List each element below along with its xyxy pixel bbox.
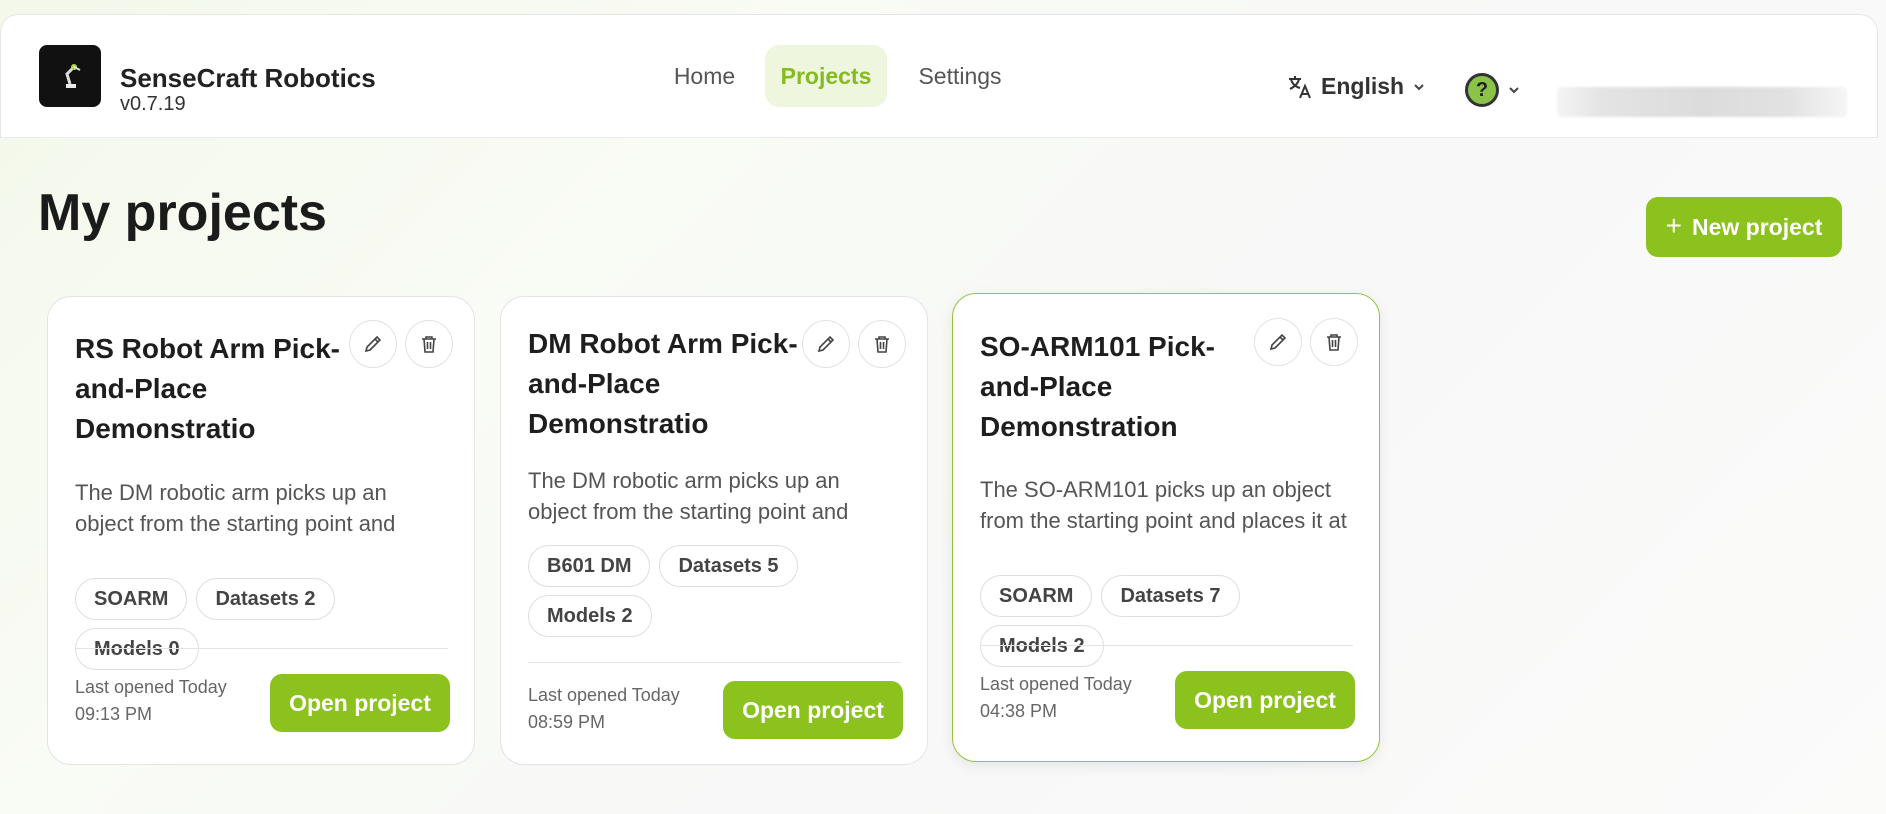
tag-datasets: Datasets 7 xyxy=(1101,575,1240,617)
open-project-button[interactable]: Open project xyxy=(723,681,903,739)
delete-button[interactable] xyxy=(405,320,453,368)
project-card[interactable]: RS Robot Arm Pick-and-Place Demonstratio… xyxy=(47,296,475,765)
trash-icon xyxy=(422,336,436,353)
tag-models: Models 0 xyxy=(75,628,199,670)
last-opened-time: 08:59 PM xyxy=(528,712,606,732)
nav-projects[interactable]: Projects xyxy=(765,45,887,107)
plus-icon: + xyxy=(1665,210,1682,241)
help-icon: ? xyxy=(1465,73,1499,107)
delete-button[interactable] xyxy=(858,320,906,368)
app-version: v0.7.19 xyxy=(120,93,186,115)
last-opened: Last opened Today 08:59 PM xyxy=(528,682,680,736)
last-opened: Last opened Today 09:13 PM xyxy=(75,674,227,728)
app-logo[interactable] xyxy=(39,45,101,107)
tag-datasets: Datasets 2 xyxy=(196,578,335,620)
new-project-button[interactable]: + New project xyxy=(1646,197,1842,257)
open-project-button[interactable]: Open project xyxy=(270,674,450,732)
project-description: The SO-ARM101 picks up an object from th… xyxy=(980,477,1347,533)
open-project-button[interactable]: Open project xyxy=(1175,671,1355,729)
new-project-label: New project xyxy=(1691,213,1823,240)
pencil-icon xyxy=(817,335,835,353)
chevron-down-icon xyxy=(1414,83,1424,90)
trash-icon xyxy=(875,336,889,353)
project-title: RS Robot Arm Pick-and-Place Demonstratio xyxy=(75,333,340,444)
last-opened-time: 04:38 PM xyxy=(980,701,1058,721)
chevron-down-icon xyxy=(1509,87,1519,94)
edit-button[interactable] xyxy=(1254,318,1302,366)
project-card[interactable]: DM Robot Arm Pick-and-Place Demonstratio… xyxy=(500,296,928,765)
card-divider xyxy=(980,645,1353,646)
tag-datasets: Datasets 5 xyxy=(659,545,798,587)
language-selector[interactable]: English xyxy=(1287,73,1426,100)
project-description: The DM robotic arm picks up an object fr… xyxy=(75,480,396,536)
delete-button[interactable] xyxy=(1310,318,1358,366)
trash-icon xyxy=(1327,334,1341,351)
project-tags: B601 DM Datasets 5 Models 2 xyxy=(528,545,908,637)
last-opened-label: Last opened Today xyxy=(980,674,1132,694)
top-bar: SenseCraft Robotics v0.7.19 Home Project… xyxy=(0,14,1878,138)
tag-models: Models 2 xyxy=(980,625,1104,667)
pencil-icon xyxy=(1269,333,1287,351)
project-title: DM Robot Arm Pick-and-Place Demonstratio xyxy=(528,328,798,439)
help-menu[interactable]: ? xyxy=(1465,73,1521,107)
tag-device: B601 DM xyxy=(528,545,651,587)
page-title: My projects xyxy=(38,184,327,242)
translate-icon xyxy=(1289,75,1311,98)
nav-home[interactable]: Home xyxy=(658,45,751,107)
card-divider xyxy=(75,648,448,649)
last-opened: Last opened Today 04:38 PM xyxy=(980,671,1132,725)
user-account-blurred[interactable] xyxy=(1557,87,1847,117)
card-divider xyxy=(528,662,901,663)
tag-device: SOARM xyxy=(75,578,188,620)
last-opened-label: Last opened Today xyxy=(528,685,680,705)
pencil-icon xyxy=(364,335,382,353)
nav-settings[interactable]: Settings xyxy=(901,45,1019,107)
app-name: SenseCraft Robotics xyxy=(120,63,376,93)
edit-button[interactable] xyxy=(802,320,850,368)
last-opened-label: Last opened Today xyxy=(75,677,227,697)
project-description: The DM robotic arm picks up an object fr… xyxy=(528,468,849,524)
tag-device: SOARM xyxy=(980,575,1093,617)
last-opened-time: 09:13 PM xyxy=(75,704,153,724)
project-title: SO-ARM101 Pick-and-Place Demonstration xyxy=(980,331,1215,442)
edit-button[interactable] xyxy=(349,320,397,368)
robot-arm-icon xyxy=(65,64,81,88)
project-tags: SOARM Datasets 7 Models 2 xyxy=(980,575,1360,667)
language-label: English xyxy=(1321,73,1405,99)
project-card[interactable]: SO-ARM101 Pick-and-Place Demonstration T… xyxy=(952,293,1380,762)
tag-models: Models 2 xyxy=(528,595,652,637)
project-tags: SOARM Datasets 2 Models 0 xyxy=(75,578,455,670)
